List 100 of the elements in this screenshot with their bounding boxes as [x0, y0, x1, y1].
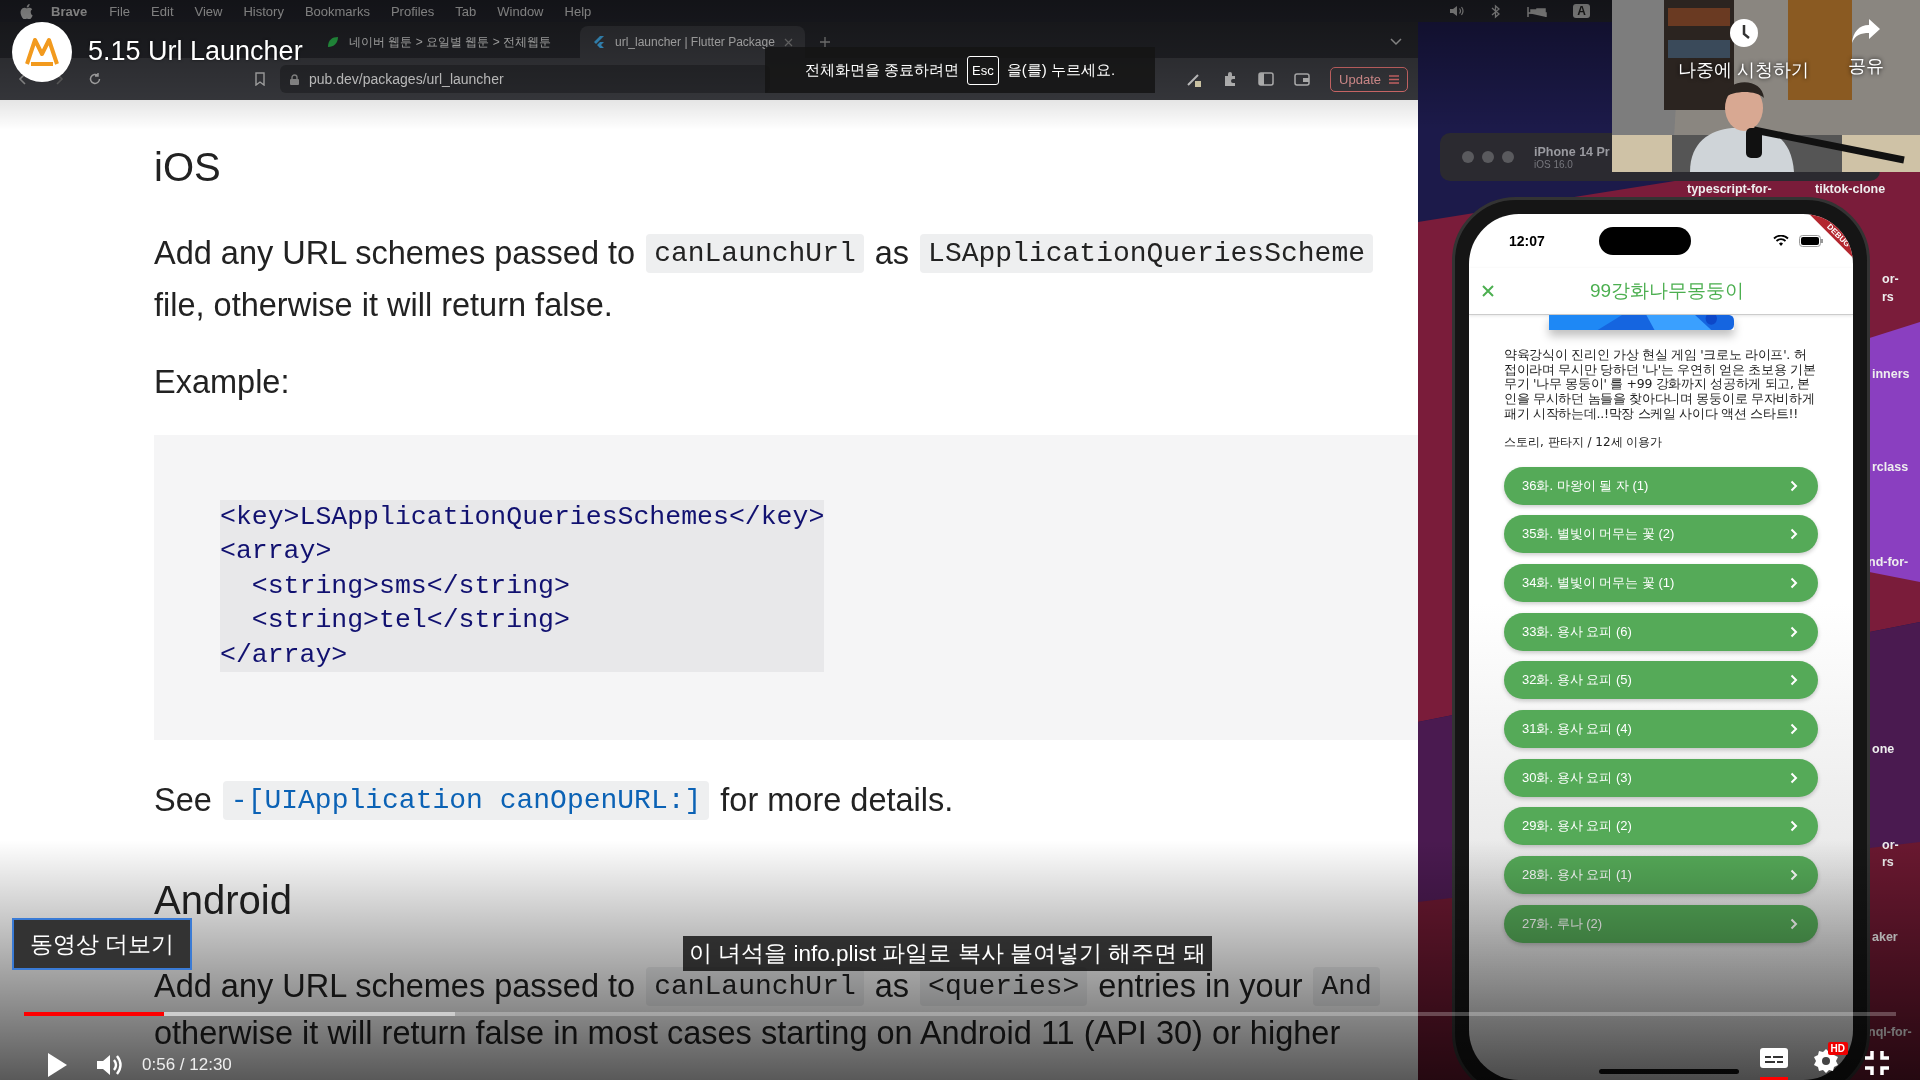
- menu-icon: [1389, 74, 1399, 84]
- folder-label[interactable]: aker: [1872, 930, 1898, 944]
- folder-label[interactable]: inners: [1872, 367, 1910, 381]
- folder-label[interactable]: rs: [1882, 290, 1894, 304]
- episode-button[interactable]: 34화. 별빛이 머무는 꽃 (1): [1504, 563, 1818, 602]
- volume-icon[interactable]: [96, 1053, 124, 1077]
- episode-button[interactable]: 35화. 별빛이 머무는 꽃 (2): [1504, 515, 1818, 554]
- episode-button[interactable]: 27화. 루나 (2): [1504, 904, 1818, 943]
- more-videos-button[interactable]: 동영상 더보기: [12, 918, 192, 970]
- screen-title: 99강화나무몽둥이: [1590, 279, 1745, 303]
- genre-text: 스토리, 판타지 / 12세 이용가: [1504, 433, 1664, 451]
- browser-tab[interactable]: url_launcher | Flutter Package: [580, 26, 805, 58]
- paragraph-text: file, otherwise it will return false.: [154, 286, 613, 324]
- toast-text: 을(를) 누르세요.: [1006, 60, 1116, 80]
- captions-icon: [1760, 1048, 1788, 1068]
- code-line: <array>: [220, 535, 333, 569]
- folder-label[interactable]: rs: [1882, 855, 1894, 869]
- bluetooth-icon[interactable]: [1491, 3, 1502, 19]
- clock-icon[interactable]: [1728, 18, 1759, 48]
- menu-item[interactable]: Profiles: [390, 3, 435, 19]
- folder-label[interactable]: one: [1872, 742, 1895, 756]
- close-icon[interactable]: [1481, 284, 1495, 298]
- apple-icon[interactable]: [20, 3, 33, 19]
- channel-logo[interactable]: [12, 22, 72, 82]
- captions-button[interactable]: [1760, 1046, 1788, 1080]
- chevron-right-icon: [1790, 576, 1798, 589]
- menu-item[interactable]: View: [194, 3, 223, 19]
- menu-item[interactable]: Bookmarks: [304, 3, 370, 19]
- bookmark-icon[interactable]: [254, 72, 266, 86]
- code-link[interactable]: -[UIApplication canOpenURL:]: [222, 780, 710, 820]
- play-icon[interactable]: [46, 1052, 68, 1078]
- chevron-right-icon: [1790, 528, 1798, 541]
- inline-code: LSApplicationQueriesScheme: [920, 233, 1373, 273]
- device-name: iPhone 14 Pr: [1534, 144, 1610, 159]
- paragraph-text: for more details.: [720, 781, 954, 819]
- folder-label[interactable]: nql-for-: [1868, 1025, 1912, 1039]
- bed-icon[interactable]: [1527, 4, 1548, 18]
- inline-code: And: [1313, 966, 1380, 1006]
- leaf-icon: [326, 35, 340, 49]
- volume-icon[interactable]: [1449, 4, 1466, 18]
- update-button[interactable]: Update: [1330, 66, 1408, 92]
- episode-button[interactable]: 33화. 용사 요피 (6): [1504, 612, 1818, 651]
- synopsis: 약육강식이 진리인 가상 현실 게임 '크로노 라이프'. 허접이라며 무시만 당하던 '나'는 우연히 얻은 초보용 기본 무기 '나무 몽둥이' 를 +99 강화까지 성공하게 되고, 본인을 무시하던 놈들을 찾아다니며 몽둥이로 무자비하게 패기 시작하는데..!막장 스케일 사이다 액션 스타트!!: [1504, 348, 1817, 422]
- chevron-right-icon: [1790, 917, 1798, 930]
- episode-button[interactable]: 28화. 용사 요피 (1): [1504, 856, 1818, 894]
- code-line: <string>tel</string>: [250, 604, 571, 638]
- menu-item[interactable]: Edit: [151, 3, 174, 19]
- code-line: <key>LSApplicationQueriesSchemes</key>: [220, 501, 825, 534]
- progress-bar[interactable]: [24, 1012, 1896, 1016]
- section-heading: iOS: [154, 144, 222, 191]
- share-icon[interactable]: [1851, 18, 1881, 44]
- folder-label[interactable]: typescript-for-: [1687, 182, 1772, 196]
- key-cap: Esc: [967, 55, 999, 85]
- time-display: 0:56 / 12:30: [142, 1055, 232, 1075]
- chevron-right-icon: [1790, 869, 1798, 881]
- os-version: iOS 16.0: [1534, 158, 1574, 170]
- flutter-icon: [592, 35, 606, 49]
- chevron-right-icon: [1790, 625, 1798, 638]
- browser-tab[interactable]: 네이버 웹툰 > 요일별 웹툰 > 전체웹툰: [314, 26, 576, 58]
- menu-item[interactable]: Brave: [51, 3, 88, 19]
- inline-code: canLaunchUrl: [646, 233, 864, 273]
- menu-item[interactable]: History: [243, 3, 284, 19]
- pen-icon[interactable]: [1186, 71, 1203, 87]
- folder-label[interactable]: rclass: [1872, 460, 1909, 474]
- chevron-right-icon: [1790, 674, 1798, 687]
- chevron-right-icon: [1790, 479, 1798, 492]
- paragraph-text: Example:: [154, 363, 290, 401]
- menu-item[interactable]: Help: [564, 3, 592, 19]
- chevron-right-icon: [1790, 820, 1798, 833]
- input-source-indicator[interactable]: A: [1573, 4, 1590, 18]
- folder-label[interactable]: or-: [1882, 272, 1899, 286]
- menu-item[interactable]: Tab: [455, 3, 477, 19]
- folder-label[interactable]: or-: [1882, 838, 1899, 852]
- new-tab-icon[interactable]: [819, 36, 831, 48]
- battery-icon: [1799, 235, 1823, 247]
- toast-text: 전체화면을 종료하려면: [804, 60, 960, 80]
- chevron-right-icon: [1790, 722, 1798, 735]
- paragraph-text: See: [154, 781, 212, 819]
- code-line: <string>sms</string>: [250, 569, 571, 603]
- episode-button[interactable]: 29화. 용사 요피 (2): [1504, 807, 1818, 846]
- episode-button[interactable]: 30화. 용사 요피 (3): [1504, 758, 1818, 797]
- paragraph-text: Add any URL schemes passed to: [154, 234, 636, 272]
- subtitle-caption: 이 녀석을 info.plist 파일로 복사 붙여넣기 해주면 돼: [683, 936, 1213, 971]
- exit-fullscreen-icon[interactable]: [1864, 1050, 1890, 1076]
- sidebar-icon[interactable]: [1258, 72, 1275, 86]
- episode-button[interactable]: 36화. 마왕이 될 자 (1): [1504, 466, 1818, 505]
- menu-item[interactable]: File: [109, 3, 131, 19]
- wallet-icon[interactable]: [1294, 72, 1311, 86]
- menu-item[interactable]: Window: [497, 3, 544, 19]
- folder-label[interactable]: tiktok-clone: [1815, 182, 1886, 196]
- code-line: </array>: [220, 638, 349, 672]
- wifi-icon: [1773, 235, 1789, 247]
- paragraph-text: otherwise it will return false in most cases starting on Android 11 (API 30) or higher: [154, 1017, 1341, 1050]
- reload-icon[interactable]: [88, 72, 102, 86]
- chevron-down-icon[interactable]: [1390, 38, 1402, 46]
- episode-button[interactable]: 32화. 용사 요피 (5): [1504, 661, 1818, 700]
- video-title[interactable]: 5.15 Url Launcher: [88, 36, 303, 67]
- paragraph-text: Add any URL schemes passed to: [154, 967, 636, 1005]
- episode-button[interactable]: 31화. 용사 요피 (4): [1504, 709, 1818, 748]
- status-time: 12:07: [1509, 233, 1546, 249]
